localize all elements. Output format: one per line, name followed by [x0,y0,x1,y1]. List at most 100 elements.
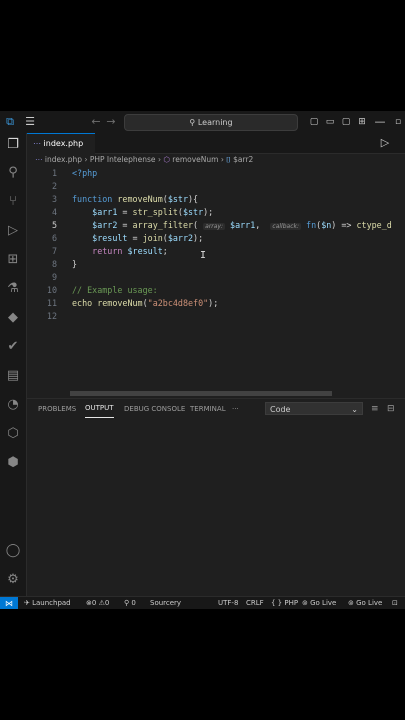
run-file-icon[interactable]: ▷ [377,135,393,151]
broadcast-icon: ⊚ [348,599,354,607]
php-icon: ⋯ [33,139,41,148]
remote-indicator-icon[interactable]: ⋈ [0,597,18,609]
param-hint-callback: callback: [270,223,301,230]
line-number: 10 [46,285,57,295]
timeline-icon[interactable]: ◔ [3,395,23,415]
minimize-icon[interactable]: — [372,114,388,130]
activity-bar: ❐ ⚲ ⑂ ▷ ⊞ ⚗ ◆ ✔ ▤ ◔ ⬡ ⬢ ◯ ⚙ [0,133,27,596]
vscode-logo-icon: ⧉ [6,115,14,128]
account-icon[interactable]: ◯ [3,541,23,561]
language-item[interactable]: { } PHP [271,597,298,609]
hexagon-icon[interactable]: ⬢ [3,453,23,473]
maximize-icon[interactable]: ▫ [390,114,405,130]
broadcast-icon: ⊚ [302,599,308,607]
run-debug-icon[interactable]: ▷ [3,221,23,241]
ports-icon: ⚲ [124,599,130,607]
param-hint-array: array: [203,223,225,230]
php-icon: ⋯ [35,155,43,164]
check-icon[interactable]: ✔ [3,337,23,357]
eol-item[interactable]: CRLF [246,597,264,609]
toggle-secondary-sidebar-icon[interactable]: ▢ [338,114,354,130]
ports-item[interactable]: ⚲ 0 [124,597,136,609]
line-number: 8 [51,259,57,269]
breadcrumb-variable[interactable]: $arr2 [233,155,253,164]
code-line-10: // Example usage: [72,285,158,295]
breadcrumb-file[interactable]: index.php [45,155,82,164]
chevron-down-icon: ⌄ [351,405,358,414]
arrow-left-icon[interactable]: ← [88,114,104,130]
code-line-1: <?php [72,168,98,178]
testing-icon[interactable]: ⚗ [3,279,23,299]
toggle-sidebar-icon[interactable]: ▢ [306,114,322,130]
tab-output[interactable]: OUTPUT [85,399,114,418]
text-cursor-icon: I [200,250,207,261]
arrow-right-icon[interactable]: → [103,114,119,130]
ports-count: 0 [131,599,136,607]
line-number: 6 [51,233,57,243]
encoding-item[interactable]: UTF-8 [218,597,238,609]
code-line-8: } [72,259,78,269]
breadcrumb-lsp[interactable]: PHP Intelephense [90,155,156,164]
line-number: 2 [51,181,57,191]
vscode-window: ⧉ ☰ ← → ⚲ Learning ▢ ▭ ▢ ⊞ — ▫ ❐ ⚲ ⑂ ▷ ⊞… [0,111,405,609]
go-live-item-2[interactable]: ⊚ Go Live [348,597,382,609]
output-channel-select[interactable]: Code ⌄ [265,402,363,415]
search-label: Learning [197,118,233,127]
remote-explorer-icon[interactable]: ⬡ [3,424,23,444]
horizontal-scrollbar[interactable] [70,391,332,396]
more-actions-icon[interactable]: ··· [232,399,239,419]
output-channel-label: Code [270,405,291,414]
tab-index-php[interactable]: ⋯ index.php [27,133,95,154]
function-icon: ⬡ [163,155,170,164]
breadcrumb-function[interactable]: removeNum [172,155,218,164]
line-number: 1 [51,168,57,178]
notifications-icon[interactable]: ⊡ [392,597,398,609]
tab-problems[interactable]: PROBLEMS [38,399,76,419]
line-number: 12 [46,311,57,321]
code-line-3: function removeNum($str){ [72,194,199,204]
tab-debug-console[interactable]: DEBUG CONSOLE [124,399,185,419]
launchpad-label: Launchpad [32,599,71,607]
problems-item[interactable]: ⊗0 ⚠0 [86,597,109,609]
code-editor[interactable]: 1 2 3 4 5 6 7 8 9 10 11 12 <?php functio… [27,167,405,397]
variable-icon: ⌷ [226,155,231,164]
lock-scroll-icon[interactable]: ⊟ [387,399,395,419]
settings-gear-icon[interactable]: ⚙ [3,570,23,590]
language-label: PHP [284,599,299,607]
sourcery-item[interactable]: Sourcery [150,597,181,609]
go-live-item-1[interactable]: ⊚ Go Live [302,597,336,609]
line-number: 4 [51,207,57,217]
go-live-label: Go Live [310,599,337,607]
source-control-icon[interactable]: ⑂ [3,192,23,212]
code-line-11: echo removeNum("a2bc4d8ef0"); [72,298,219,308]
code-line-6: $result = join($arr2); [92,233,204,243]
code-line-4: $arr1 = str_split($str); [92,207,214,217]
line-number: 9 [51,272,57,282]
error-count: 0 [91,599,97,607]
panel-header: PROBLEMS OUTPUT DEBUG CONSOLE TERMINAL ·… [27,398,405,419]
status-bar: ⋈ ✈ Launchpad ⊗0 ⚠0 ⚲ 0 Sourcery UTF-8 C… [0,596,405,609]
clear-output-icon[interactable]: ≡ [371,399,379,419]
warning-count: 0 [104,599,110,607]
hamburger-icon[interactable]: ☰ [22,114,38,130]
extensions-icon[interactable]: ⊞ [3,250,23,270]
search-icon: ⚲ [189,118,196,127]
toggle-panel-icon[interactable]: ▭ [322,114,338,130]
launchpad-item[interactable]: ✈ Launchpad [24,597,71,609]
title-bar: ⧉ ☰ ← → ⚲ Learning ▢ ▭ ▢ ⊞ — ▫ [0,111,405,134]
line-number: 7 [51,246,57,256]
folder-icon[interactable]: ▤ [3,366,23,386]
explorer-icon[interactable]: ❐ [3,135,23,155]
command-center-search[interactable]: ⚲ Learning [124,114,298,131]
line-number: 3 [51,194,57,204]
tab-terminal[interactable]: TERMINAL [190,399,226,419]
tab-label: index.php [43,139,84,148]
go-live-label: Go Live [356,599,383,607]
search-activity-icon[interactable]: ⚲ [3,163,23,183]
line-number-current: 5 [51,220,57,230]
customize-layout-icon[interactable]: ⊞ [354,114,370,130]
code-line-5: $arr2 = array_filter( array: $arr1, call… [92,220,392,230]
python-icon[interactable]: ◆ [3,308,23,328]
breadcrumb: ⋯ index.php › PHP Intelephense › ⬡ remov… [35,155,254,164]
editor-tabs: ⋯ index.php ▷ [27,133,405,154]
